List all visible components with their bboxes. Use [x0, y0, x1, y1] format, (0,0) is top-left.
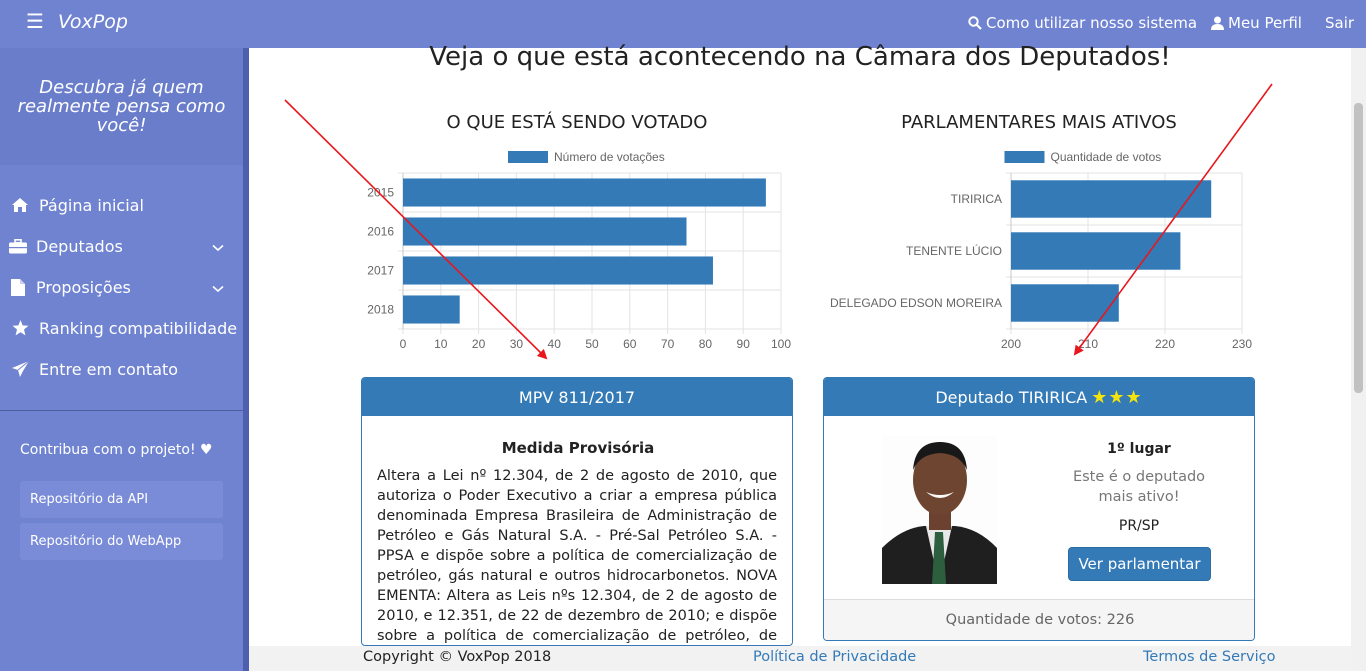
bar	[403, 178, 766, 207]
x-tick-label: 200	[1001, 337, 1021, 351]
deputy-photo	[882, 436, 997, 584]
x-tick-label: 0	[400, 337, 407, 351]
page-scrollbar[interactable]	[1351, 48, 1366, 671]
scrollbar-thumb[interactable]	[1354, 103, 1363, 393]
legend-label: Número de votações	[554, 150, 665, 164]
deputy-card-title: Deputado TIRIRICA	[935, 387, 1088, 407]
x-tick-label: 40	[548, 337, 562, 351]
file-icon	[8, 278, 28, 296]
sidebar-item-proposicoes[interactable]: Proposições	[0, 268, 243, 306]
home-icon	[10, 197, 30, 213]
sidebar-item-label: Página inicial	[39, 195, 144, 215]
search-icon	[968, 16, 982, 30]
api-repo-button[interactable]: Repositório da API	[20, 481, 223, 518]
sidebar-item-ranking[interactable]: Ranking compatibilidade	[0, 309, 243, 347]
y-tick-label: 2018	[367, 303, 394, 317]
y-tick-label: DELEGADO EDSON MOREIRA	[830, 296, 1002, 310]
bar	[403, 217, 687, 246]
rating-stars-icon: ★★★	[1091, 386, 1143, 408]
y-tick-label: TENENTE LÚCIO	[906, 243, 1002, 258]
deputy-vote-count: Quantidade de votos: 226	[824, 599, 1254, 640]
contribute-label: Contribua com o projeto! ♥	[20, 442, 213, 458]
ativos-chart: Quantidade de votos 200 210 220 230 TIRIRICA T…	[830, 150, 1252, 351]
bar	[403, 256, 713, 285]
ativos-chart-title: PARLAMENTARES MAIS ATIVOS	[901, 112, 1177, 133]
legend-label: Quantidade de votos	[1051, 150, 1162, 164]
bar	[403, 295, 460, 324]
copyright-text: Copyright © VoxPop 2018	[363, 649, 552, 665]
chevron-down-icon	[212, 278, 224, 297]
sidebar-item-label: Entre em contato	[39, 359, 179, 379]
bar	[1011, 180, 1212, 218]
help-link-label: Como utilizar nosso sistema	[986, 14, 1198, 32]
y-tick-label: 2017	[367, 264, 394, 278]
star-icon	[10, 320, 30, 336]
proposal-type: Medida Provisória	[501, 439, 655, 457]
deputy-card: Deputado TIRIRICA ★★★ 1º lugar Este é o …	[823, 377, 1255, 641]
proposal-card-header: MPV 811/2017	[362, 378, 792, 416]
x-tick-label: 210	[1078, 337, 1098, 351]
sidebar-header: Descubra já quem realmente pensa como vo…	[0, 48, 243, 165]
proposal-card: MPV 811/2017 Medida Provisória Altera a …	[361, 377, 793, 646]
deputy-rank: 1º lugar	[1107, 441, 1171, 457]
x-tick-label: 50	[585, 337, 599, 351]
logout-link-label: Sair	[1325, 14, 1355, 32]
page-title: Veja o que está acontecendo na Câmara do…	[429, 42, 1171, 72]
view-deputy-button[interactable]: Ver parlamentar	[1068, 547, 1211, 581]
profile-link-label: Meu Perfil	[1228, 14, 1302, 32]
x-tick-label: 90	[737, 337, 751, 351]
sidebar-item-label: Ranking compatibilidade	[39, 318, 238, 338]
x-tick-label: 30	[510, 337, 524, 351]
top-navbar: ☰ VoxPop Como utilizar nosso sistema Meu…	[0, 0, 1366, 48]
votacoes-chart-title: O QUE ESTÁ SENDO VOTADO	[446, 112, 708, 133]
x-tick-label: 100	[771, 337, 791, 351]
legend-swatch	[508, 151, 548, 163]
logout-link[interactable]: Sair	[1325, 14, 1354, 32]
x-tick-label: 20	[472, 337, 486, 351]
sidebar: Descubra já quem realmente pensa como vo…	[0, 48, 243, 671]
brand-logo[interactable]: VoxPop	[58, 11, 128, 33]
webapp-repo-button[interactable]: Repositório do WebApp	[20, 523, 223, 560]
x-tick-label: 220	[1155, 337, 1175, 351]
bar	[1011, 284, 1119, 322]
legend-swatch	[1004, 151, 1045, 163]
hamburger-menu-icon[interactable]: ☰	[26, 11, 44, 31]
votacoes-chart: Número de votações 0 10 20 30 40 50 60 70 80 90 100…	[367, 150, 791, 351]
bar	[1011, 232, 1181, 270]
user-icon	[1211, 16, 1224, 30]
x-tick-label: 80	[699, 337, 713, 351]
sidebar-item-deputados[interactable]: Deputados	[0, 227, 243, 265]
sidebar-item-contato[interactable]: Entre em contato	[0, 350, 243, 388]
sidebar-item-home[interactable]: Página inicial	[0, 186, 243, 224]
x-tick-label: 70	[661, 337, 675, 351]
deputy-card-header: Deputado TIRIRICA ★★★	[824, 378, 1254, 416]
briefcase-icon	[8, 238, 28, 254]
proposal-ementa: Altera a Lei nº 12.304, de 2 de agosto d…	[377, 468, 777, 644]
terms-link[interactable]: Termos de Serviço	[1143, 649, 1275, 665]
deputy-party: PR/SP	[1118, 518, 1160, 534]
sidebar-item-label: Proposições	[36, 277, 131, 297]
chevron-down-icon	[212, 237, 224, 256]
deputy-description: Este é o deputado mais ativo!	[1072, 469, 1206, 505]
profile-link[interactable]: Meu Perfil	[1211, 14, 1302, 32]
sidebar-tagline: Descubra já quem realmente pensa como vo…	[17, 77, 226, 136]
x-tick-label: 60	[623, 337, 637, 351]
x-tick-label: 10	[434, 337, 448, 351]
x-tick-label: 230	[1232, 337, 1252, 351]
privacy-link[interactable]: Política de Privacidade	[753, 649, 916, 665]
sidebar-divider	[0, 410, 243, 411]
sidebar-item-label: Deputados	[36, 236, 123, 256]
y-tick-label: TIRIRICA	[951, 192, 1002, 206]
help-link[interactable]: Como utilizar nosso sistema	[968, 14, 1197, 32]
y-tick-label: 2016	[367, 225, 394, 239]
paper-plane-icon	[10, 361, 30, 377]
page-footer: Copyright © VoxPop 2018 Política de Priv…	[249, 646, 1351, 671]
y-tick-label: 2015	[367, 186, 394, 200]
